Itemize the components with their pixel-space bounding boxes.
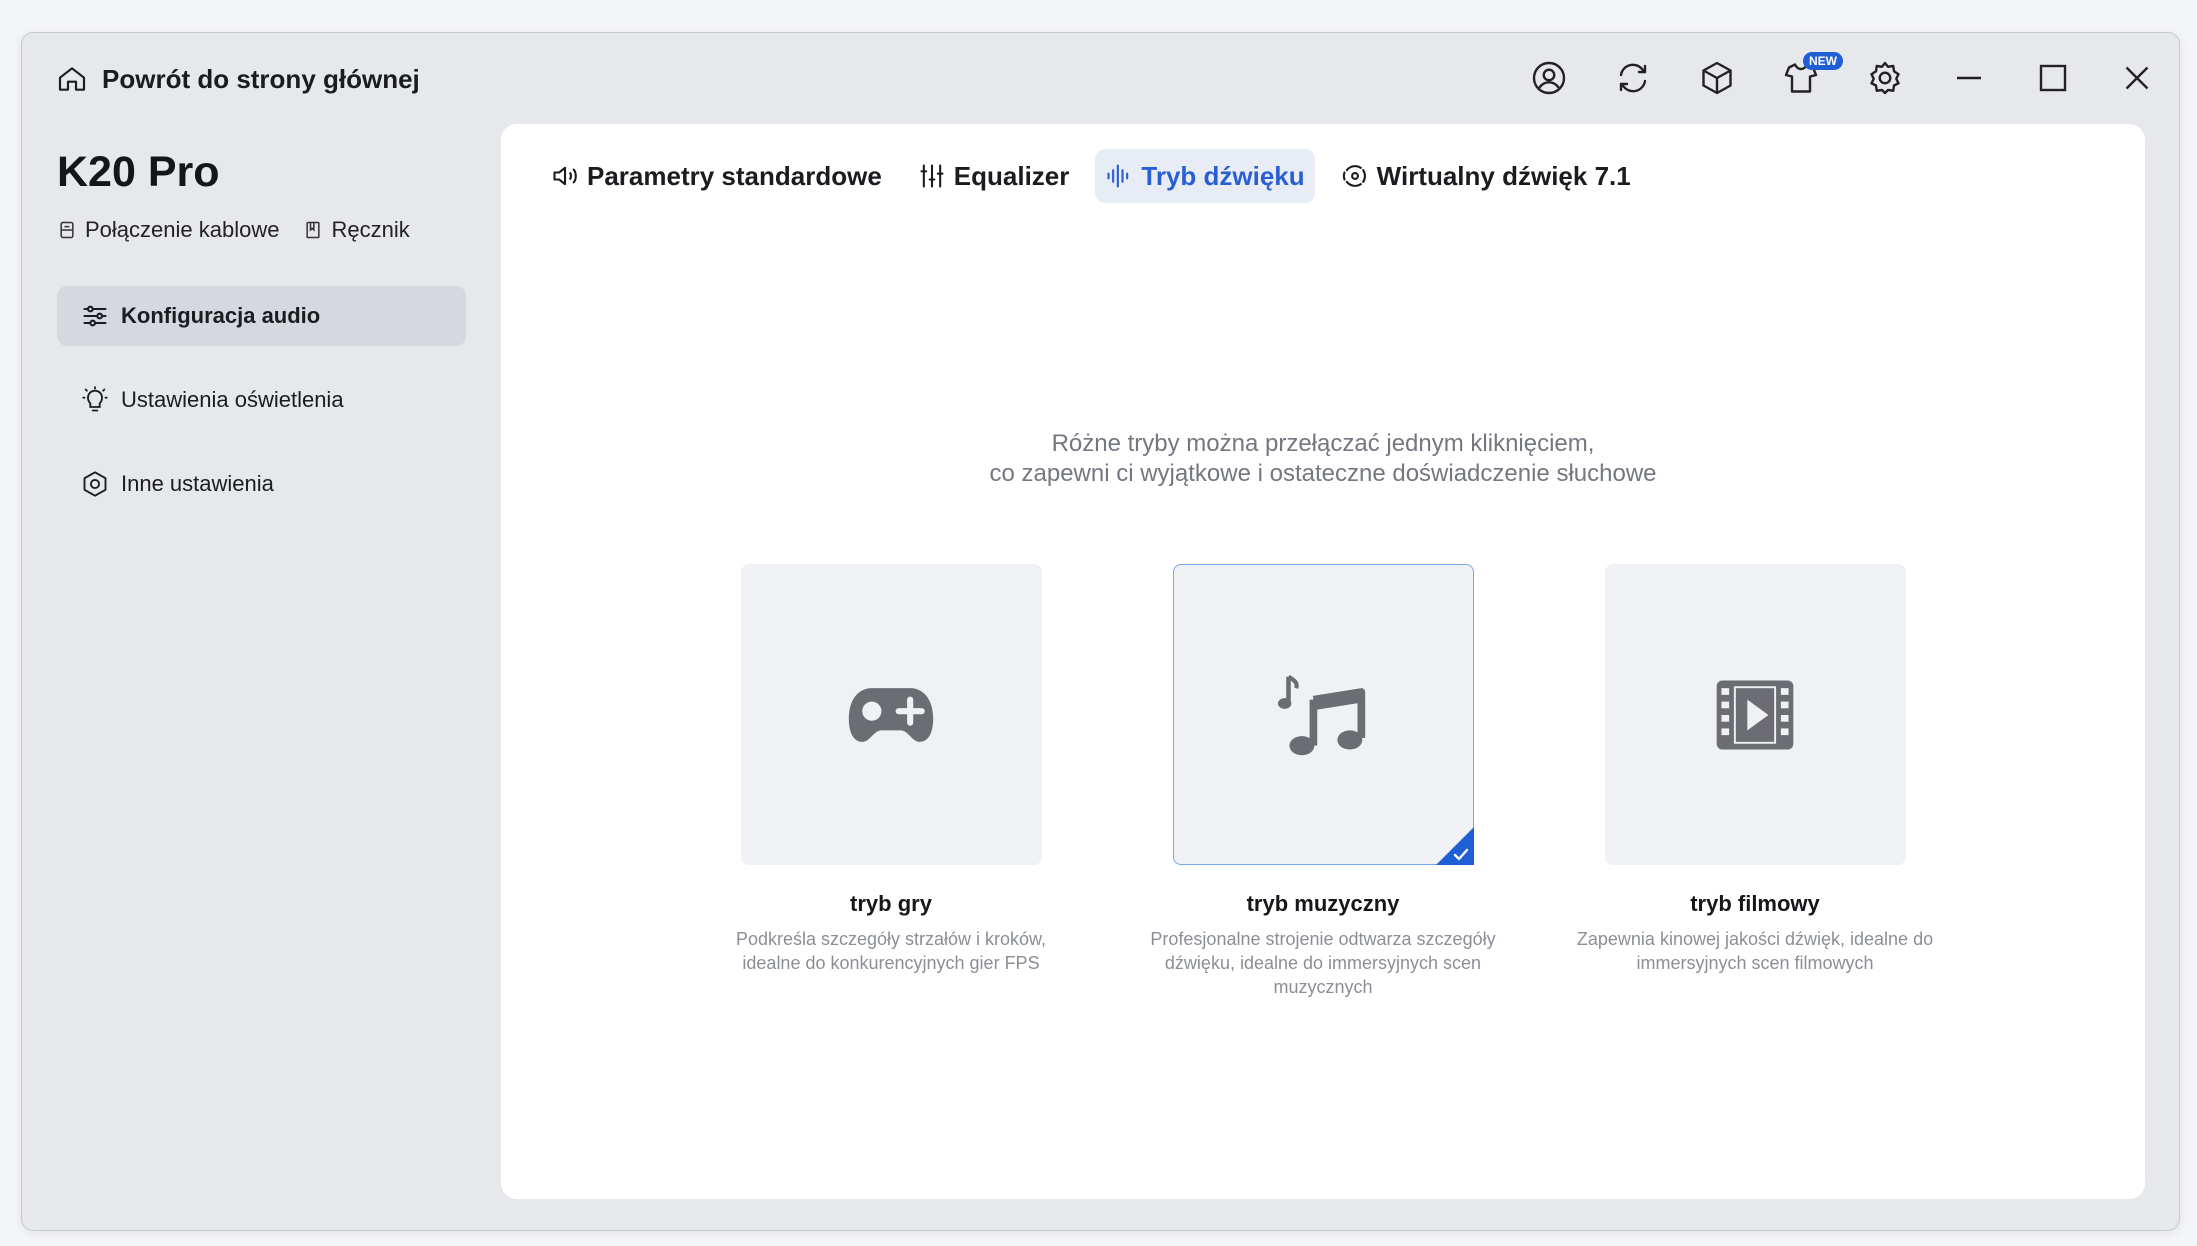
close-button[interactable] (2095, 36, 2179, 120)
mode-movie[interactable]: tryb filmowy Zapewnia kinowej jakości dź… (1577, 564, 1933, 999)
bulb-icon (82, 386, 108, 412)
sliders-icon (83, 305, 107, 327)
sync-icon (1619, 63, 1647, 93)
title-bar: Powrót do strony głównej NEW (22, 33, 2179, 123)
tab-label: Tryb dźwięku (1141, 160, 1305, 191)
sidebar-item-label: Ustawienia oświetlenia (121, 387, 344, 412)
app-window: Powrót do strony głównej NEW K20 Pro Poł… (21, 32, 2180, 1231)
sync-button[interactable] (1591, 36, 1675, 120)
settings-icon (1870, 61, 1900, 95)
minimize-button[interactable] (1927, 36, 2011, 120)
book-icon (306, 221, 321, 239)
manual-link[interactable]: Ręcznik (303, 217, 410, 243)
connection-status: Połączenie kablowe (57, 217, 279, 243)
mode-title: tryb filmowy (1690, 891, 1820, 916)
mode-card[interactable] (1172, 564, 1474, 865)
tab-bar: Parametry standardowe Equalizer Tryb dźw… (541, 149, 1641, 203)
mode-title: tryb gry (850, 891, 932, 916)
maximize-button[interactable] (2011, 36, 2095, 120)
mode-description: Profesjonalne strojenie odtwarza szczegó… (1150, 929, 1496, 997)
connection-label: Połączenie kablowe (85, 217, 280, 242)
intro-line-2: co zapewni ci wyjątkowe i ostateczne doś… (989, 460, 1657, 487)
sidebar-item-other-settings[interactable]: Inne ustawienia (57, 454, 466, 514)
user-icon (1532, 61, 1566, 95)
tab-standard-params[interactable]: Parametry standardowe (541, 149, 892, 203)
equalizer-icon (920, 164, 944, 188)
film-icon (1716, 680, 1794, 749)
intro-line-1: Różne tryby można przełączać jednym klik… (1051, 430, 1595, 457)
cube-icon (1702, 61, 1732, 95)
sidebar-item-label: Konfiguracja audio (121, 303, 321, 328)
title-bar-actions: NEW (1507, 33, 2179, 123)
gamepad-icon (848, 687, 934, 742)
speaker-icon (553, 166, 577, 186)
sidebar-item-label: Inne ustawienia (121, 471, 274, 496)
selected-check-icon (1435, 827, 1474, 865)
device-button[interactable] (1675, 36, 1759, 120)
sidebar-item-lighting[interactable]: Ustawienia oświetlenia (57, 370, 466, 430)
mode-card[interactable] (740, 564, 1042, 865)
tab-equalizer[interactable]: Equalizer (908, 149, 1080, 203)
manual-label: Ręcznik (331, 217, 410, 242)
back-home-button[interactable]: Powrót do strony głównej (56, 63, 420, 95)
account-button[interactable] (1507, 36, 1591, 120)
music-note-icon (1277, 674, 1366, 755)
home-icon (58, 67, 86, 91)
mode-description: Zapewnia kinowej jakości dźwięk, idealne… (1576, 929, 1934, 973)
sound-mode-intro: Różne tryby można przełączać jednym klik… (501, 429, 2145, 489)
main-panel: Parametry standardowe Equalizer Tryb dźw… (501, 124, 2145, 1199)
usb-cable-icon (60, 221, 74, 239)
tab-label: Equalizer (953, 160, 1070, 191)
new-badge: NEW (1803, 52, 1843, 70)
back-home-label: Powrót do strony głównej (102, 63, 420, 94)
tab-label: Parametry standardowe (587, 160, 882, 191)
mode-game[interactable]: tryb gry Podkreśla szczegóły strzałów i … (736, 564, 1046, 999)
device-meta: Połączenie kablowe Ręcznik (57, 217, 410, 243)
tab-virtual-71[interactable]: Wirtualny dźwięk 7.1 (1331, 149, 1641, 203)
sidebar-item-audio-config[interactable]: Konfiguracja audio (57, 286, 466, 346)
mode-music[interactable]: tryb muzyczny Profesjonalne strojenie od… (1150, 564, 1496, 999)
close-icon (2125, 66, 2149, 90)
settings-button[interactable] (1843, 36, 1927, 120)
tab-sound-mode[interactable]: Tryb dźwięku (1095, 149, 1315, 203)
sound-mode-options: tryb gry Podkreśla szczegóły strzałów i … (501, 564, 2145, 999)
waveform-icon (1107, 164, 1129, 188)
device-name: K20 Pro (57, 148, 220, 196)
surround-icon (1342, 165, 1366, 187)
hexagon-settings-icon (83, 471, 107, 497)
minimize-icon (1957, 76, 1981, 80)
mode-card[interactable] (1604, 564, 1906, 865)
theme-store-button[interactable]: NEW (1759, 36, 1843, 120)
tab-label: Wirtualny dźwięk 7.1 (1376, 160, 1631, 191)
mode-description: Podkreśla szczegóły strzałów i kroków, i… (735, 929, 1047, 973)
maximize-icon (2039, 64, 2067, 92)
sidebar-nav: Konfiguracja audio Ustawienia oświetleni… (57, 286, 466, 538)
mode-title: tryb muzyczny (1246, 891, 1400, 916)
